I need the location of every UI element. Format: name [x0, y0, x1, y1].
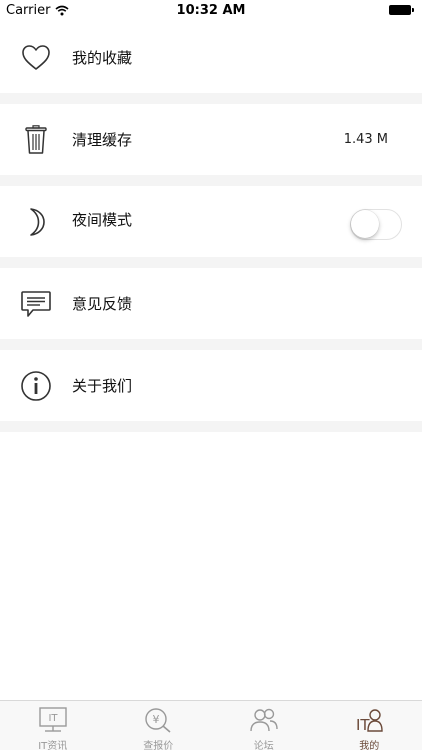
tab-label: 查报价	[143, 741, 174, 750]
moon-icon	[20, 206, 52, 238]
info-icon	[20, 370, 52, 402]
feedback-row[interactable]: 意见反馈	[0, 268, 422, 339]
tab-bar: IT IT资讯 ¥ 查报价 论坛 IT 我的	[0, 700, 422, 750]
screen: Carrier 10:32 AM 我的收藏 清理缓存 1.43 M 夜间模式 意…	[0, 0, 422, 750]
it-person-icon: IT	[353, 706, 385, 734]
clear-cache-label: 清理缓存	[72, 131, 133, 149]
status-bar: Carrier 10:32 AM	[0, 0, 422, 22]
section-divider	[0, 339, 422, 350]
svg-text:IT: IT	[48, 713, 58, 724]
favorites-label: 我的收藏	[72, 49, 133, 67]
about-row[interactable]: 关于我们	[0, 350, 422, 421]
tab-label: IT资讯	[38, 741, 68, 750]
favorites-row[interactable]: 我的收藏	[0, 22, 422, 93]
cache-size-value: 1.43 M	[343, 132, 388, 147]
section-divider	[0, 421, 422, 432]
clear-cache-row[interactable]: 清理缓存 1.43 M	[0, 104, 422, 175]
section-divider	[0, 175, 422, 186]
yen-search-icon: ¥	[142, 706, 174, 734]
monitor-it-icon: IT	[37, 706, 69, 734]
status-time: 10:32 AM	[176, 3, 246, 18]
tab-it-news[interactable]: IT IT资讯	[0, 701, 106, 750]
night-mode-toggle[interactable]	[350, 209, 402, 240]
battery-icon	[389, 5, 414, 15]
toggle-knob	[351, 210, 379, 238]
about-label: 关于我们	[72, 377, 133, 395]
tab-label: 我的	[359, 741, 380, 750]
message-icon	[20, 288, 52, 320]
tab-price-check[interactable]: ¥ 查报价	[106, 701, 212, 750]
night-mode-label: 夜间模式	[72, 211, 133, 229]
tab-label: 论坛	[253, 741, 274, 750]
svg-text:¥: ¥	[153, 713, 160, 726]
section-divider	[0, 93, 422, 104]
tab-forum[interactable]: 论坛	[211, 701, 317, 750]
tab-mine[interactable]: IT 我的	[317, 701, 422, 750]
feedback-label: 意见反馈	[72, 295, 133, 313]
section-divider	[0, 257, 422, 268]
trash-icon	[20, 124, 52, 156]
people-icon	[248, 706, 280, 734]
heart-icon	[20, 42, 52, 74]
